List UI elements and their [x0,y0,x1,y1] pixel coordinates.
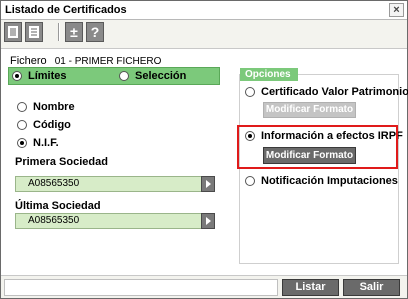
radio-notificacion-imputaciones[interactable]: Notificación Imputaciones [245,175,398,187]
ultima-sociedad-lookup-icon[interactable] [201,213,215,229]
list-icon [29,26,39,38]
help-button[interactable]: ? [86,22,104,42]
radio-notificacion-imputaciones-dot[interactable] [245,176,255,187]
close-icon[interactable]: × [389,3,404,17]
ultima-sociedad-field[interactable]: A08565350 [15,213,215,229]
window-title: Listado de Certificados [5,4,127,16]
radio-seleccion-dot[interactable] [119,71,129,82]
main-panel: Fichero 01 - PRIMER FICHERO Límites Selec… [1,48,408,275]
footer-bar: Listar Salir [1,275,407,298]
radio-nif[interactable]: N.I.F. [17,137,59,149]
title-bar: Listado de Certificados × [1,1,407,20]
status-field [4,279,278,296]
radio-limites-dot[interactable] [12,71,22,82]
certificados-window: Listado de Certificados × ± ? Fichero 01… [0,0,408,299]
radio-certificado-valor[interactable]: Certificado Valor Patrimonio [245,86,408,98]
radio-limites[interactable]: Límites [12,70,67,82]
toolbar: ± ? [1,20,407,46]
ultima-sociedad-label: Última Sociedad [15,200,101,212]
toolbar-separator [58,23,60,41]
primera-sociedad-label: Primera Sociedad [15,156,108,168]
print-icon [8,26,18,38]
salir-button[interactable]: Salir [343,279,400,296]
help-icon: ? [90,24,100,40]
listar-button[interactable]: Listar [282,279,339,296]
radio-nombre-dot[interactable] [17,102,27,113]
modificar-formato-patrimonio-button[interactable]: Modificar Formato [263,102,356,118]
radio-certificado-valor-dot[interactable] [245,87,255,98]
primera-sociedad-lookup-icon[interactable] [201,176,215,192]
opciones-title: Opciones [240,68,298,81]
radio-nombre[interactable]: Nombre [17,101,75,113]
primera-sociedad-field[interactable]: A08565350 [15,176,215,192]
fichero-value: 01 - PRIMER FICHERO [54,56,162,67]
radio-codigo-dot[interactable] [17,120,27,131]
plus-minus-icon: ± [70,24,78,40]
fichero-label: Fichero [10,55,47,67]
print-button[interactable] [4,22,22,42]
radio-codigo[interactable]: Código [17,119,71,131]
list-button[interactable] [25,22,43,42]
fichero-row: Fichero 01 - PRIMER FICHERO [10,55,161,67]
radio-seleccion[interactable]: Selección [119,70,186,82]
highlight-box [237,125,398,169]
radio-nif-dot[interactable] [17,138,27,149]
plus-minus-button[interactable]: ± [65,22,83,42]
